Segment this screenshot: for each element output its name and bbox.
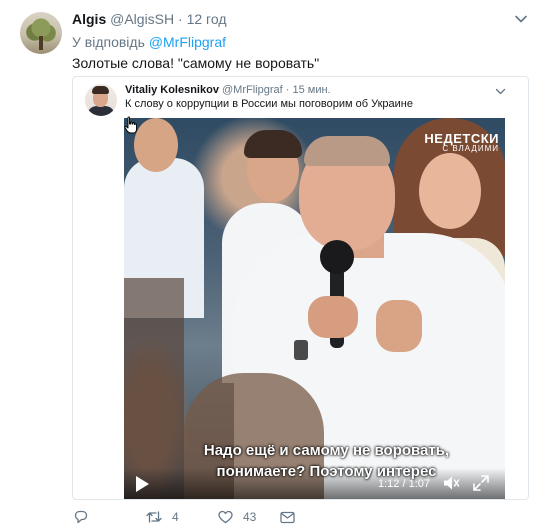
retweet-count: 4 xyxy=(172,510,179,524)
like-button[interactable]: 43 xyxy=(218,510,256,524)
like-count: 43 xyxy=(243,510,257,524)
play-icon[interactable] xyxy=(134,475,150,493)
tweet[interactable]: Algis @AlgisSH · 12 год У відповідь @MrF… xyxy=(0,0,552,524)
separator-dot: · xyxy=(285,84,290,96)
like-icon xyxy=(218,510,233,524)
retweet-icon xyxy=(146,511,162,523)
chevron-down-icon[interactable] xyxy=(514,12,528,26)
tweet-timestamp[interactable]: 12 год xyxy=(187,11,227,27)
quoted-author-handle[interactable]: @MrFlipgraf xyxy=(222,84,283,96)
fullscreen-icon[interactable] xyxy=(472,474,490,492)
video-subtitle-line-1: Надо ещё и самому не воровать, xyxy=(203,442,450,459)
direct-message-button[interactable] xyxy=(280,510,295,524)
quoted-author-avatar[interactable] xyxy=(85,84,117,116)
separator-dot: · xyxy=(178,11,183,27)
message-icon xyxy=(280,511,295,524)
volume-icon[interactable] xyxy=(442,474,460,492)
author-handle[interactable]: @AlgisSH xyxy=(110,11,174,27)
quoted-tweet-header: Vitaliy Kolesnikov @MrFlipgraf · 15 мин. xyxy=(125,83,331,97)
reply-mention-link[interactable]: @MrFlipgraf xyxy=(149,34,226,50)
retweet-button[interactable]: 4 xyxy=(146,510,179,524)
mouse-pointer-icon xyxy=(124,116,137,134)
tweet-text: Золотые слова! "самому не воровать" xyxy=(72,55,320,71)
tweet-header: Algis @AlgisSH · 12 год xyxy=(72,10,227,28)
quoted-tweet-text: К слову о коррупции в России мы поговори… xyxy=(125,98,413,110)
video-time-readout: 1:12 / 1:07 xyxy=(378,478,430,490)
quoted-tweet-timestamp[interactable]: 15 мин. xyxy=(292,84,330,96)
reply-prefix: У відповідь xyxy=(72,34,145,50)
reply-icon xyxy=(74,510,88,524)
channel-logo-subtitle: С ВЛАДИМИ xyxy=(442,144,499,153)
quoted-author-name[interactable]: Vitaliy Kolesnikov xyxy=(125,84,219,96)
channel-logo: НЕДЕТСКИ С ВЛАДИМИ xyxy=(424,132,499,153)
author-name[interactable]: Algis xyxy=(72,11,106,27)
author-avatar[interactable] xyxy=(20,12,62,54)
reply-context: У відповідь @MrFlipgraf xyxy=(72,34,226,50)
reply-button[interactable] xyxy=(74,510,98,524)
quoted-tweet[interactable]: Vitaliy Kolesnikov @MrFlipgraf · 15 мин.… xyxy=(72,76,529,500)
chevron-down-icon[interactable] xyxy=(495,86,506,97)
tweet-actions: 4 43 xyxy=(74,510,374,524)
video-player[interactable]: НЕДЕТСКИ С ВЛАДИМИ Надо ещё и самому не … xyxy=(124,118,505,499)
